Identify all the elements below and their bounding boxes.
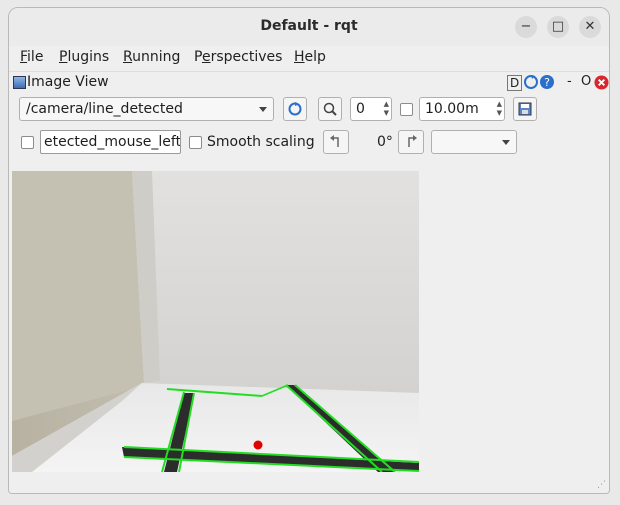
camera-image[interactable] <box>12 171 419 472</box>
value-spinbox[interactable]: 0 ▲ ▼ <box>350 97 392 121</box>
dock-minimize-button[interactable]: - <box>567 74 572 89</box>
mouse-topic-input[interactable]: etected_mouse_left <box>40 130 181 154</box>
menu-bar: File Plugins Running Perspectives Help <box>9 46 609 70</box>
dynamic-range-checkbox[interactable] <box>400 103 413 116</box>
debug-button[interactable]: D <box>507 75 523 91</box>
topic-combobox[interactable]: /camera/line_detected <box>19 97 274 121</box>
rotation-label: 0° <box>377 134 393 150</box>
refresh-icon <box>288 102 302 116</box>
menu-file[interactable]: File <box>20 49 43 65</box>
spin-arrows-icon[interactable]: ▲ ▼ <box>497 100 502 118</box>
rqt-window: Default - rqt − □ ✕ File Plugins Running… <box>8 7 610 494</box>
max-range-value: 10.00m <box>425 101 479 117</box>
title-bar: Default - rqt − □ ✕ <box>9 8 609 47</box>
maximize-button[interactable]: □ <box>547 16 569 38</box>
target-dot <box>253 440 263 450</box>
rotate-right-button[interactable] <box>398 130 424 154</box>
image-view-dock-title: Image View D ? - O <box>9 71 609 94</box>
menu-plugins[interactable]: Plugins <box>59 49 109 65</box>
help-icon[interactable]: ? <box>539 74 555 94</box>
dock-title-label: Image View <box>27 74 109 90</box>
dock-refresh-icon[interactable] <box>523 74 539 94</box>
color-scheme-combobox[interactable] <box>431 130 517 154</box>
image-view-icon <box>13 76 26 89</box>
status-bar: ⋰ <box>9 473 609 493</box>
spinbox-value: 0 <box>356 101 365 117</box>
svg-text:?: ? <box>544 76 550 89</box>
topic-value: /camera/line_detected <box>26 101 183 117</box>
menu-running[interactable]: Running <box>123 49 180 65</box>
resize-grip-icon[interactable]: ⋰ <box>597 480 606 490</box>
smooth-scaling-label: Smooth scaling <box>207 134 315 150</box>
chevron-down-icon <box>502 140 510 145</box>
zoom-icon <box>323 102 337 116</box>
close-window-button[interactable]: ✕ <box>579 16 601 38</box>
refresh-topics-button[interactable] <box>283 97 307 121</box>
minimize-button[interactable]: − <box>515 16 537 38</box>
rotate-left-icon <box>330 135 339 147</box>
max-range-spinbox[interactable]: 10.00m ▲ ▼ <box>419 97 505 121</box>
close-icon[interactable] <box>594 75 609 94</box>
save-image-button[interactable] <box>513 97 537 121</box>
spin-arrows-icon[interactable]: ▲ ▼ <box>384 100 389 118</box>
chevron-down-icon <box>259 107 267 112</box>
menu-perspectives[interactable]: Perspectives <box>194 49 282 65</box>
rotate-right-icon <box>408 135 417 147</box>
save-icon <box>518 102 532 116</box>
rotate-left-button[interactable] <box>323 130 349 154</box>
menu-help[interactable]: Help <box>294 49 326 65</box>
publish-mouse-checkbox[interactable] <box>21 136 34 149</box>
zoom-button[interactable] <box>318 97 342 121</box>
dock-float-button[interactable]: O <box>581 74 591 89</box>
camera-image-svg <box>12 171 419 472</box>
smooth-scaling-checkbox[interactable] <box>189 136 202 149</box>
